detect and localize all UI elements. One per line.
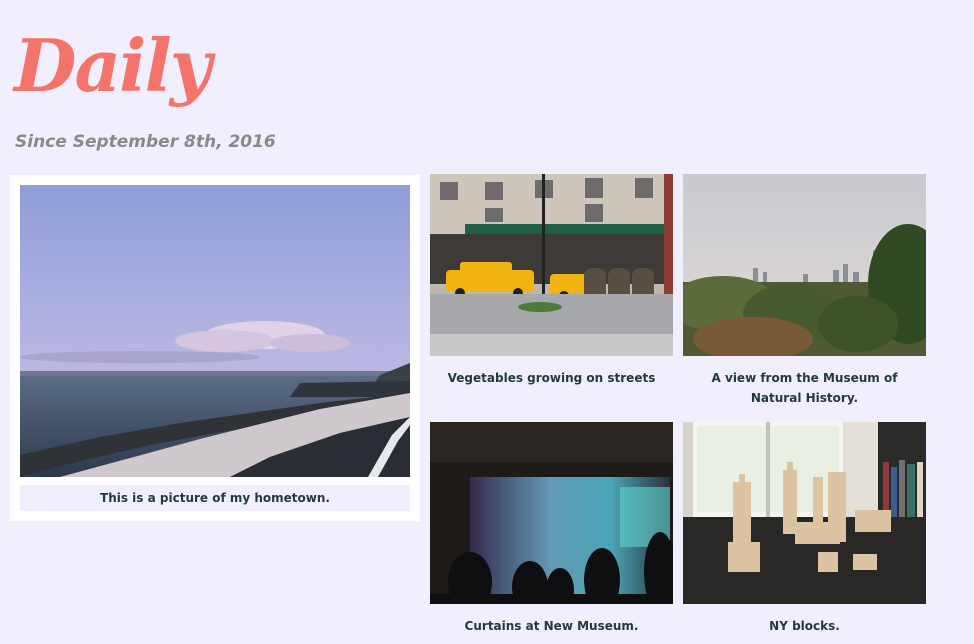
park-skyline-photo: [683, 174, 926, 356]
post-caption: Vegetables growing on streets: [447, 371, 656, 385]
post-card[interactable]: A view from the Museum of Natural Histor…: [683, 174, 926, 405]
featured-post-card[interactable]: This is a picture of my hometown.: [10, 175, 420, 521]
post-card[interactable]: NY blocks.: [683, 422, 926, 633]
post-caption: NY blocks.: [769, 619, 840, 633]
site-subtitle: Since September 8th, 2016: [15, 132, 276, 152]
post-card[interactable]: Vegetables growing on streets: [430, 174, 673, 385]
street-taxi-photo: [430, 174, 673, 356]
post-caption: Curtains at New Museum.: [464, 619, 639, 633]
site-title: Daily: [14, 23, 212, 108]
wooden-blocks-photo: [683, 422, 926, 604]
gallery-curtains-photo: [430, 422, 673, 604]
post-caption: A view from the Museum of Natural Histor…: [711, 371, 898, 405]
post-caption: This is a picture of my hometown.: [20, 485, 410, 511]
seawall-sunset-photo: [20, 185, 410, 477]
post-card[interactable]: Curtains at New Museum.: [430, 422, 673, 633]
